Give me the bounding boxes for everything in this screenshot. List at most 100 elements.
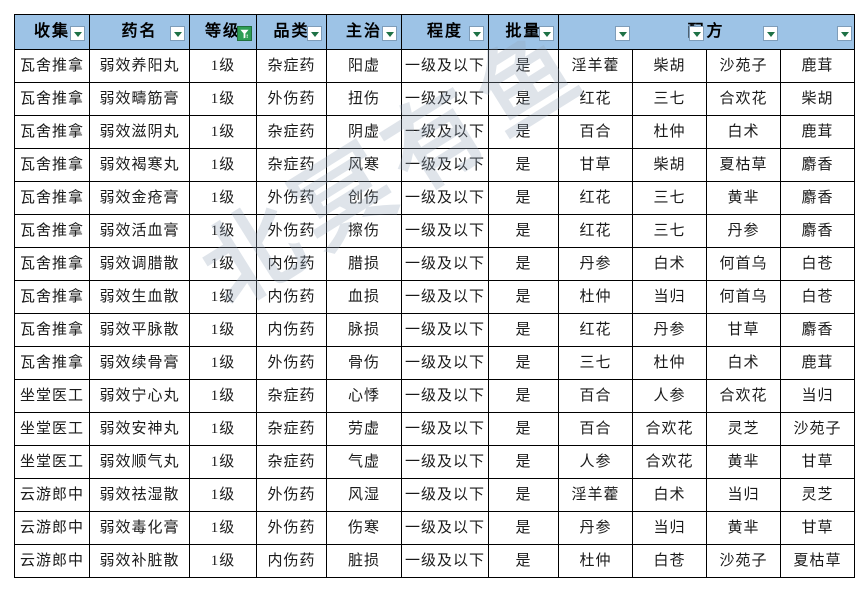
filter-dropdown-button-name[interactable] xyxy=(170,26,185,41)
cell-degree[interactable]: 一级及以下 xyxy=(401,82,489,116)
cell-treats[interactable]: 脉损 xyxy=(326,313,402,347)
filter-dropdown-button-collect[interactable] xyxy=(70,26,85,41)
cell-ingredient-2[interactable]: 三七 xyxy=(632,181,707,215)
cell-name[interactable]: 弱效安神丸 xyxy=(89,412,190,446)
cell-name[interactable]: 弱效宁心丸 xyxy=(89,379,190,413)
cell-ingredient-4[interactable]: 柴胡 xyxy=(780,82,855,116)
cell-degree[interactable]: 一级及以下 xyxy=(401,115,489,149)
cell-ingredient-1[interactable]: 杜仲 xyxy=(558,280,633,314)
cell-collect[interactable]: 云游郎中 xyxy=(14,478,90,512)
cell-grade[interactable]: 1级 xyxy=(189,115,257,149)
cell-batch[interactable]: 是 xyxy=(488,49,559,83)
cell-category[interactable]: 杂症药 xyxy=(256,445,327,479)
cell-collect[interactable]: 瓦舍推拿 xyxy=(14,82,90,116)
cell-category[interactable]: 杂症药 xyxy=(256,148,327,182)
cell-grade[interactable]: 1级 xyxy=(189,478,257,512)
cell-name[interactable]: 弱效疇筋膏 xyxy=(89,82,190,116)
cell-degree[interactable]: 一级及以下 xyxy=(401,379,489,413)
cell-batch[interactable]: 是 xyxy=(488,148,559,182)
cell-category[interactable]: 内伤药 xyxy=(256,544,327,578)
cell-treats[interactable]: 骨伤 xyxy=(326,346,402,380)
cell-treats[interactable]: 气虚 xyxy=(326,445,402,479)
cell-ingredient-3[interactable]: 何首乌 xyxy=(706,247,781,281)
cell-name[interactable]: 弱效续骨膏 xyxy=(89,346,190,380)
cell-ingredient-2[interactable]: 三七 xyxy=(632,82,707,116)
cell-ingredient-1[interactable]: 红花 xyxy=(558,82,633,116)
cell-degree[interactable]: 一级及以下 xyxy=(401,346,489,380)
cell-ingredient-3[interactable]: 沙苑子 xyxy=(706,49,781,83)
cell-ingredient-1[interactable]: 淫羊藿 xyxy=(558,478,633,512)
cell-name[interactable]: 弱效褐寒丸 xyxy=(89,148,190,182)
cell-ingredient-4[interactable]: 鹿茸 xyxy=(780,346,855,380)
cell-ingredient-4[interactable]: 白苍 xyxy=(780,247,855,281)
cell-name[interactable]: 弱效调腊散 xyxy=(89,247,190,281)
cell-ingredient-2[interactable]: 合欢花 xyxy=(632,412,707,446)
cell-ingredient-2[interactable]: 柴胡 xyxy=(632,148,707,182)
cell-ingredient-2[interactable]: 合欢花 xyxy=(632,445,707,479)
cell-category[interactable]: 杂症药 xyxy=(256,49,327,83)
cell-treats[interactable]: 风寒 xyxy=(326,148,402,182)
cell-grade[interactable]: 1级 xyxy=(189,214,257,248)
cell-batch[interactable]: 是 xyxy=(488,82,559,116)
cell-ingredient-4[interactable]: 麝香 xyxy=(780,148,855,182)
cell-ingredient-4[interactable]: 鹿茸 xyxy=(780,115,855,149)
cell-ingredient-3[interactable]: 黄芈 xyxy=(706,445,781,479)
cell-name[interactable]: 弱效祛湿散 xyxy=(89,478,190,512)
cell-ingredient-4[interactable]: 当归 xyxy=(780,379,855,413)
cell-category[interactable]: 内伤药 xyxy=(256,247,327,281)
cell-treats[interactable]: 扭伤 xyxy=(326,82,402,116)
cell-category[interactable]: 外伤药 xyxy=(256,214,327,248)
filter-applied-icon-grade[interactable] xyxy=(237,26,252,41)
filter-dropdown-button-degree[interactable] xyxy=(469,26,484,41)
cell-grade[interactable]: 1级 xyxy=(189,313,257,347)
cell-ingredient-1[interactable]: 红花 xyxy=(558,181,633,215)
cell-collect[interactable]: 瓦舍推拿 xyxy=(14,313,90,347)
cell-category[interactable]: 外伤药 xyxy=(256,511,327,545)
cell-degree[interactable]: 一级及以下 xyxy=(401,511,489,545)
cell-ingredient-2[interactable]: 当归 xyxy=(632,280,707,314)
filter-dropdown-button-recipe-4[interactable] xyxy=(837,26,852,41)
cell-ingredient-2[interactable]: 人参 xyxy=(632,379,707,413)
cell-category[interactable]: 外伤药 xyxy=(256,82,327,116)
cell-batch[interactable]: 是 xyxy=(488,280,559,314)
cell-name[interactable]: 弱效毒化膏 xyxy=(89,511,190,545)
cell-collect[interactable]: 坐堂医工 xyxy=(14,445,90,479)
cell-degree[interactable]: 一级及以下 xyxy=(401,247,489,281)
cell-ingredient-3[interactable]: 当归 xyxy=(706,478,781,512)
cell-ingredient-3[interactable]: 沙苑子 xyxy=(706,544,781,578)
cell-category[interactable]: 内伤药 xyxy=(256,280,327,314)
cell-ingredient-4[interactable]: 灵芝 xyxy=(780,478,855,512)
cell-ingredient-1[interactable]: 丹参 xyxy=(558,247,633,281)
cell-ingredient-4[interactable]: 甘草 xyxy=(780,445,855,479)
cell-degree[interactable]: 一级及以下 xyxy=(401,148,489,182)
cell-grade[interactable]: 1级 xyxy=(189,511,257,545)
cell-degree[interactable]: 一级及以下 xyxy=(401,445,489,479)
cell-category[interactable]: 内伤药 xyxy=(256,313,327,347)
cell-ingredient-4[interactable]: 鹿茸 xyxy=(780,49,855,83)
cell-name[interactable]: 弱效金疮膏 xyxy=(89,181,190,215)
cell-ingredient-2[interactable]: 杜仲 xyxy=(632,346,707,380)
cell-batch[interactable]: 是 xyxy=(488,346,559,380)
cell-grade[interactable]: 1级 xyxy=(189,181,257,215)
cell-collect[interactable]: 瓦舍推拿 xyxy=(14,181,90,215)
cell-collect[interactable]: 坐堂医工 xyxy=(14,379,90,413)
cell-grade[interactable]: 1级 xyxy=(189,544,257,578)
cell-treats[interactable]: 心悸 xyxy=(326,379,402,413)
cell-category[interactable]: 外伤药 xyxy=(256,346,327,380)
cell-ingredient-2[interactable]: 白术 xyxy=(632,478,707,512)
filter-dropdown-button-treats[interactable] xyxy=(382,26,397,41)
cell-ingredient-3[interactable]: 白术 xyxy=(706,346,781,380)
cell-ingredient-4[interactable]: 夏枯草 xyxy=(780,544,855,578)
cell-name[interactable]: 弱效生血散 xyxy=(89,280,190,314)
cell-category[interactable]: 杂症药 xyxy=(256,379,327,413)
cell-name[interactable]: 弱效平脉散 xyxy=(89,313,190,347)
cell-collect[interactable]: 瓦舍推拿 xyxy=(14,247,90,281)
cell-degree[interactable]: 一级及以下 xyxy=(401,313,489,347)
cell-degree[interactable]: 一级及以下 xyxy=(401,478,489,512)
cell-ingredient-3[interactable]: 何首乌 xyxy=(706,280,781,314)
cell-ingredient-2[interactable]: 当归 xyxy=(632,511,707,545)
cell-name[interactable]: 弱效补脏散 xyxy=(89,544,190,578)
filter-dropdown-button-batch[interactable] xyxy=(539,26,554,41)
cell-batch[interactable]: 是 xyxy=(488,313,559,347)
cell-ingredient-1[interactable]: 红花 xyxy=(558,313,633,347)
